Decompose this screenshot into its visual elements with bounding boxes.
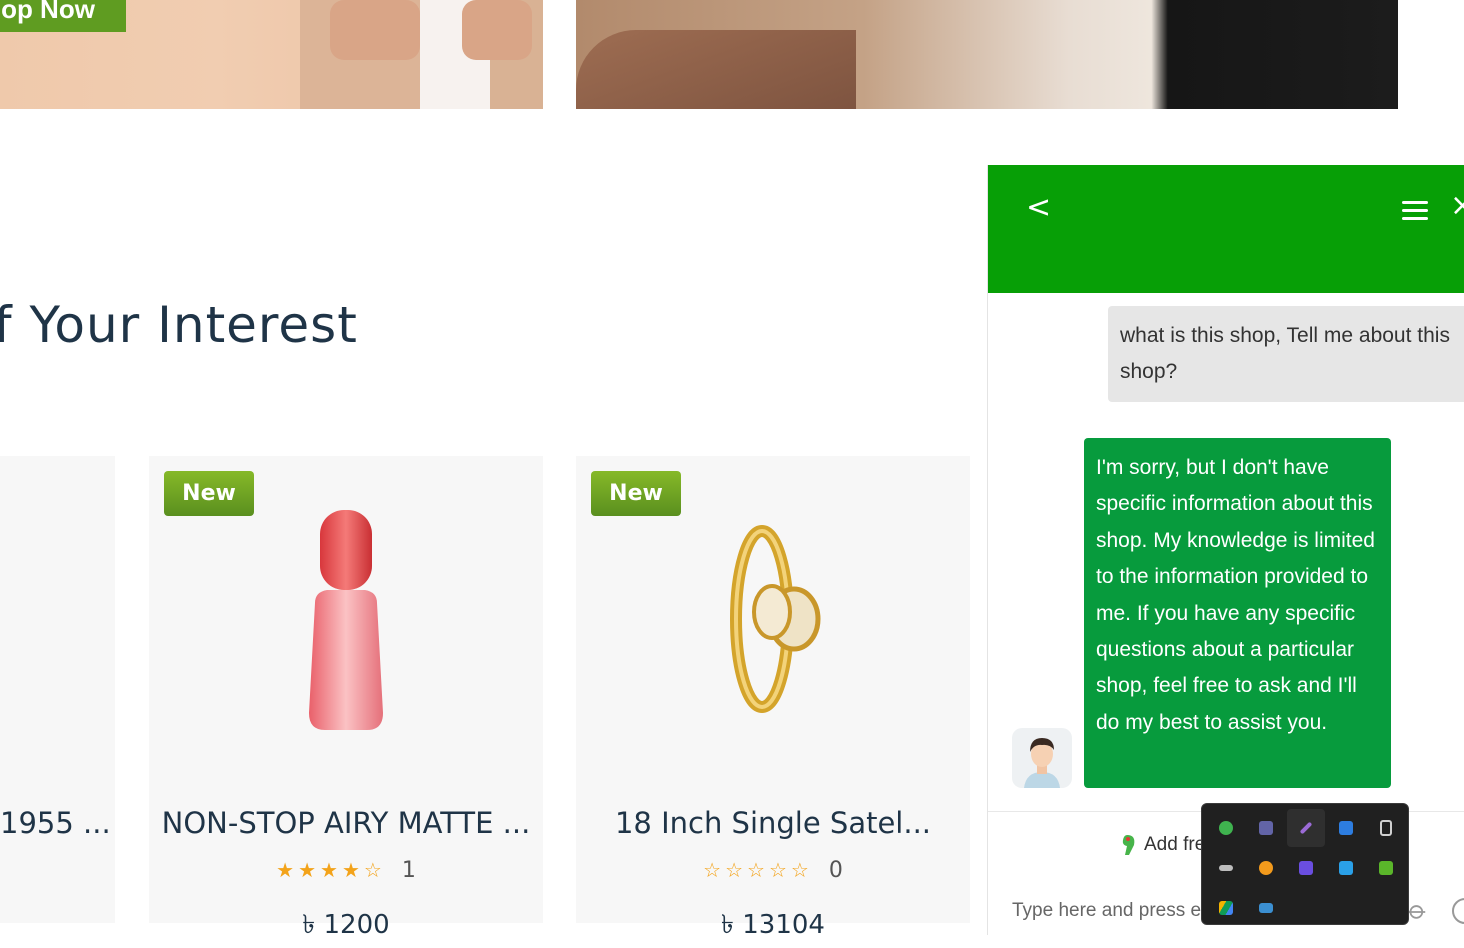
new-badge: New [164, 471, 254, 516]
defender-warning-icon[interactable] [1327, 809, 1365, 847]
section-title: f Your Interest [0, 296, 358, 354]
lipstick-bottle-image[interactable] [307, 508, 387, 738]
rating-stars: ★★★★☆ [276, 858, 386, 882]
parrot-icon [1122, 835, 1135, 855]
hand-shape-right [462, 0, 532, 60]
product-card[interactable]: New 18 Inch Single Satel... ☆☆☆☆☆ 0 ৳ 131… [576, 456, 970, 940]
hero-banner-left[interactable]: op Now [0, 0, 543, 109]
hero-banner-right[interactable] [576, 0, 1398, 109]
pen-icon[interactable] [1287, 809, 1325, 847]
product-card[interactable]: New NON-STOP AIRY MATTE ... ★★★★☆ 1 ৳ 120… [149, 456, 543, 940]
product-name[interactable]: 1955 ... [0, 806, 115, 840]
monitor-icon[interactable] [1247, 889, 1285, 927]
google-drive-icon[interactable] [1207, 889, 1245, 927]
headset-icon[interactable] [1287, 849, 1325, 887]
shop-now-button[interactable]: op Now [0, 0, 126, 32]
new-badge: New [591, 471, 681, 516]
user-message-bubble: what is this shop, Tell me about this sh… [1108, 306, 1464, 402]
green-play-icon[interactable] [1367, 849, 1405, 887]
add-free-link[interactable]: Add fre [1116, 833, 1205, 857]
product-name[interactable]: 18 Inch Single Satel... [576, 806, 970, 840]
rating-stars: ☆☆☆☆☆ [703, 858, 813, 882]
system-tray-overflow [1201, 803, 1409, 925]
hamburger-icon[interactable] [1402, 201, 1428, 220]
emoji-icon[interactable] [1452, 898, 1464, 924]
product-rating: ★★★★☆ 1 [149, 858, 543, 883]
product-rating: ☆☆☆☆☆ 0 [576, 858, 970, 883]
leg-shape [576, 30, 856, 109]
bot-avatar [1012, 728, 1072, 788]
gold-bangle-image[interactable] [722, 524, 826, 714]
hidden-eye-icon[interactable] [1207, 849, 1245, 887]
bot-message-bubble: I'm sorry, but I don't have specific inf… [1084, 438, 1391, 788]
product-price: ৳ 13104 [721, 910, 825, 940]
chat-header: < × [988, 165, 1464, 293]
rating-count: 1 [401, 858, 416, 883]
hand-shape-left [330, 0, 420, 60]
wechat-icon[interactable] [1207, 809, 1245, 847]
usb-eject-icon[interactable] [1367, 809, 1405, 847]
blue-app-icon[interactable] [1327, 849, 1365, 887]
chevron-left-icon[interactable]: < [1026, 193, 1051, 223]
orange-update-icon[interactable] [1247, 849, 1285, 887]
product-name[interactable]: NON-STOP AIRY MATTE ... [149, 806, 543, 840]
product-price: ৳ 1200 [302, 910, 390, 940]
product-card[interactable]: 1955 ... [0, 456, 115, 923]
rating-count: 0 [828, 858, 843, 883]
teams-icon[interactable] [1247, 809, 1285, 847]
close-icon[interactable]: × [1450, 191, 1464, 221]
avatar-icon [1024, 738, 1060, 788]
